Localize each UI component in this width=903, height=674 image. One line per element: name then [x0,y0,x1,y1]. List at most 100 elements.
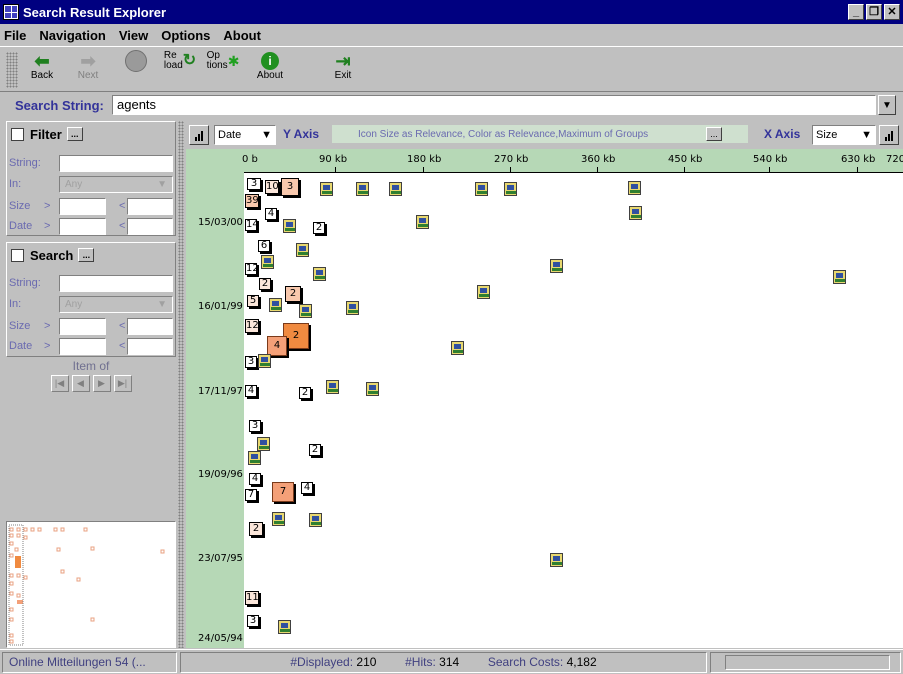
document-icon[interactable] [628,181,641,195]
document-icon[interactable] [299,304,312,318]
close-icon[interactable]: ✕ [884,4,900,20]
back-button[interactable]: ⬅ Back [22,51,62,89]
menu-file[interactable]: File [4,28,26,43]
document-icon[interactable] [504,182,517,196]
menu-view[interactable]: View [119,28,148,43]
filter-size-max-field[interactable] [127,198,173,215]
last-item-icon[interactable]: ▶| [113,375,132,392]
prev-item-icon[interactable]: ◀ [71,375,90,392]
result-group[interactable]: 7 [272,482,294,502]
overview-minimap[interactable] [6,521,176,648]
result-group[interactable]: 2 [313,222,325,234]
document-icon[interactable] [550,259,563,273]
result-group[interactable]: 4 [249,473,261,485]
filter-size-min-field[interactable] [59,198,106,215]
next-button[interactable]: ➡ Next [68,51,108,89]
options-button[interactable]: Op tions ✱ [203,51,243,89]
result-group[interactable]: 12 [245,263,259,275]
document-icon[interactable] [283,219,296,233]
x-sort-icon[interactable] [879,125,899,145]
result-group[interactable]: 4 [265,208,277,220]
filter-string-field[interactable] [59,155,173,172]
result-group[interactable]: 10 [265,180,279,194]
result-group[interactable]: 3 [281,178,299,196]
exit-button[interactable]: ⇥ Exit [323,51,363,89]
result-group[interactable]: 4 [267,336,287,356]
toolbar-grip[interactable] [6,52,18,88]
x-axis-select[interactable]: Size ▼ [812,125,876,145]
filter-date-max-field[interactable] [127,218,173,235]
filter-more-button[interactable]: ... [66,127,83,141]
document-icon[interactable] [356,182,369,196]
result-group[interactable]: 11 [245,591,259,605]
result-group[interactable]: 3 [247,615,259,627]
reload-button[interactable]: Re load ↻ [160,51,200,89]
document-icon[interactable] [451,341,464,355]
y-sort-icon[interactable] [189,125,209,145]
result-group[interactable]: 5 [247,295,259,307]
search-date-max-field[interactable] [127,338,173,355]
document-icon[interactable] [326,380,339,394]
document-icon[interactable] [272,512,285,526]
document-icon[interactable] [416,215,429,229]
vertical-splitter[interactable] [178,121,184,648]
first-item-icon[interactable]: |◀ [50,375,69,392]
document-icon[interactable] [475,182,488,196]
document-icon[interactable] [309,513,322,527]
stop-button[interactable] [116,50,156,89]
result-group[interactable]: 14 [245,219,259,231]
search-dropdown-icon[interactable]: ▼ [878,95,896,115]
document-icon[interactable] [257,437,270,451]
result-group[interactable]: 6 [258,240,270,252]
result-group[interactable]: 2 [259,278,271,290]
search-string-input[interactable]: agents [112,95,876,115]
search-more-button[interactable]: ... [78,248,95,262]
result-group[interactable]: 2 [309,444,321,456]
next-item-icon[interactable]: ▶ [92,375,111,392]
search-in-select[interactable]: Any ▼ [59,296,173,313]
document-icon[interactable] [477,285,490,299]
visual-mapping-more-button[interactable]: ... [706,127,722,141]
document-icon[interactable] [346,301,359,315]
result-group[interactable]: 2 [249,522,263,536]
document-icon[interactable] [258,354,271,368]
document-icon[interactable] [320,182,333,196]
maximize-icon[interactable]: ❐ [866,4,882,20]
document-icon[interactable] [296,243,309,257]
search-size-min-field[interactable] [59,318,106,335]
document-icon[interactable] [629,206,642,220]
search-date-min-field[interactable] [59,338,106,355]
menu-options[interactable]: Options [161,28,210,43]
result-group[interactable]: 2 [299,387,311,399]
document-icon[interactable] [278,620,291,634]
document-icon[interactable] [269,298,282,312]
filter-checkbox[interactable] [11,127,24,141]
result-group[interactable]: 3 [247,178,261,190]
menu-about[interactable]: About [223,28,261,43]
search-size-max-field[interactable] [127,318,173,335]
about-button[interactable]: i About [250,51,290,89]
result-group[interactable]: 39 [245,194,259,208]
result-group[interactable]: 12 [245,319,259,333]
search-panel-string-field[interactable] [59,275,173,292]
result-group[interactable]: 3 [249,420,261,432]
minimize-icon[interactable]: _ [848,4,864,20]
document-icon[interactable] [261,255,274,269]
result-group[interactable]: 2 [285,286,301,302]
result-group[interactable]: 4 [245,385,257,397]
document-icon[interactable] [248,451,261,465]
filter-date-min-field[interactable] [59,218,106,235]
search-checkbox[interactable] [11,248,24,262]
result-group[interactable]: 4 [301,482,313,494]
document-icon[interactable] [550,553,563,567]
document-icon[interactable] [366,382,379,396]
document-icon[interactable] [389,182,402,196]
document-icon[interactable] [313,267,326,281]
document-icon[interactable] [833,270,846,284]
filter-in-select[interactable]: Any ▼ [59,176,173,193]
y-axis-select[interactable]: Date ▼ [214,125,276,145]
result-group[interactable]: 3 [245,356,257,368]
menu-navigation[interactable]: Navigation [39,28,105,43]
result-group[interactable]: 7 [245,489,257,501]
result-scatter-plot[interactable]: 0 b 90 kb 180 kb 270 kb 360 kb 450 kb 540 kb 63… [186,149,903,648]
